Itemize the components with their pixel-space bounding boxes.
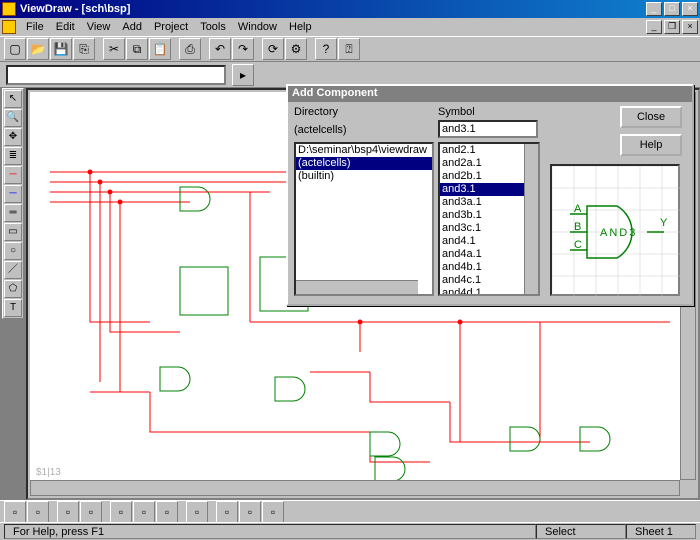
dir-item[interactable]: D:\seminar\bsp4\viewdraw <box>296 144 432 157</box>
context-help-button[interactable]: ⍰ <box>338 38 360 60</box>
status-sheet: Sheet 1 <box>626 524 696 539</box>
minimize-button[interactable]: _ <box>646 2 662 16</box>
menu-tools[interactable]: Tools <box>194 19 232 35</box>
undo-button[interactable]: ↶ <box>209 38 231 60</box>
pin-c: C <box>574 239 582 251</box>
b4-button[interactable]: ▫ <box>80 501 102 523</box>
directory-list[interactable]: D:\seminar\bsp4\viewdraw(actelcells)(bui… <box>294 142 434 296</box>
saveall-button[interactable]: ⎘ <box>73 38 95 60</box>
close-button[interactable]: Close <box>620 106 682 128</box>
settings-button[interactable]: ⚙ <box>285 38 307 60</box>
window-title: ViewDraw - [sch\bsp] <box>20 3 646 15</box>
b10-button[interactable]: ▫ <box>239 501 261 523</box>
b3-button[interactable]: ▫ <box>57 501 79 523</box>
layer-button[interactable]: ≣ <box>4 147 22 165</box>
menu-help[interactable]: Help <box>283 19 318 35</box>
help-button[interactable]: Help <box>620 134 682 156</box>
b8-button[interactable]: ▫ <box>186 501 208 523</box>
menu-view[interactable]: View <box>81 19 117 35</box>
symbol-input[interactable] <box>438 120 538 138</box>
horizontal-scrollbar[interactable] <box>30 480 680 496</box>
close-button[interactable]: × <box>682 2 698 16</box>
coordinate-readout: $1|13 <box>36 467 61 478</box>
cut-button[interactable]: ✂ <box>103 38 125 60</box>
menu-project[interactable]: Project <box>148 19 194 35</box>
dir-list-hscroll[interactable] <box>296 280 418 294</box>
symbol-preview: A B C Y AND3 <box>550 164 680 296</box>
status-mode: Select <box>536 524 626 539</box>
maximize-button[interactable]: □ <box>664 2 680 16</box>
title-bar: ViewDraw - [sch\bsp] _ □ × <box>0 0 700 18</box>
pan-button[interactable]: ✥ <box>4 128 22 146</box>
help-button[interactable]: ? <box>315 38 337 60</box>
directory-value: (actelcells) <box>294 124 347 136</box>
text-button[interactable]: T <box>4 299 22 317</box>
pin-a: A <box>574 203 582 215</box>
preview-name: AND3 <box>600 227 637 239</box>
mdi-close-button[interactable]: × <box>682 20 698 34</box>
app-icon <box>2 2 16 16</box>
redo-button[interactable]: ↷ <box>232 38 254 60</box>
menu-add[interactable]: Add <box>116 19 148 35</box>
refresh-button[interactable]: ⟳ <box>262 38 284 60</box>
pin-b: B <box>574 221 581 233</box>
pin-y: Y <box>660 217 668 229</box>
dialog-title: Add Component <box>288 86 692 102</box>
status-help: For Help, press F1 <box>4 524 536 539</box>
b2-button[interactable]: ▫ <box>27 501 49 523</box>
b1-button[interactable]: ▫ <box>4 501 26 523</box>
combo-go-button[interactable]: ▸ <box>232 64 254 86</box>
status-bar: For Help, press F1 Select Sheet 1 <box>0 522 700 540</box>
add-component-dialog: Add Component Directory (actelcells) Sym… <box>286 84 694 306</box>
pointer-button[interactable]: ↖ <box>4 90 22 108</box>
mdi-restore-button[interactable]: ❐ <box>664 20 680 34</box>
mdi-minimize-button[interactable]: _ <box>646 20 662 34</box>
main-toolbar: ▢📂💾⎘ ✂⧉📋 ⎙ ↶↷ ⟳⚙?⍰ <box>0 36 700 62</box>
line-button[interactable]: ／ <box>4 261 22 279</box>
poly-button[interactable]: ⬠ <box>4 280 22 298</box>
bus-button[interactable]: ═ <box>4 204 22 222</box>
component-combo[interactable] <box>6 65 226 85</box>
zoom-button[interactable]: 🔍 <box>4 109 22 127</box>
wire-blue-button[interactable]: ─ <box>4 185 22 203</box>
menu-file[interactable]: File <box>20 19 50 35</box>
symbol-label: Symbol <box>438 106 475 118</box>
menu-bar: File Edit View Add Project Tools Window … <box>0 18 700 36</box>
symbol-list[interactable]: and2.1and2a.1and2b.1and3.1and3a.1and3b.1… <box>438 142 540 296</box>
rect-button[interactable]: ▭ <box>4 223 22 241</box>
left-toolbar: ↖🔍✥≣──═▭○／⬠T <box>2 88 24 319</box>
open-button[interactable]: 📂 <box>27 38 49 60</box>
circle-button[interactable]: ○ <box>4 242 22 260</box>
b9-button[interactable]: ▫ <box>216 501 238 523</box>
print-button[interactable]: ⎙ <box>179 38 201 60</box>
sym-list-vscroll[interactable] <box>524 144 538 294</box>
menu-window[interactable]: Window <box>232 19 283 35</box>
menu-edit[interactable]: Edit <box>50 19 81 35</box>
save-button[interactable]: 💾 <box>50 38 72 60</box>
mdi-icon[interactable] <box>2 20 16 34</box>
dir-item[interactable]: (builtin) <box>296 170 432 183</box>
b11-button[interactable]: ▫ <box>262 501 284 523</box>
b6-button[interactable]: ▫ <box>133 501 155 523</box>
new-button[interactable]: ▢ <box>4 38 26 60</box>
b5-button[interactable]: ▫ <box>110 501 132 523</box>
wire-red-button[interactable]: ─ <box>4 166 22 184</box>
copy-button[interactable]: ⧉ <box>126 38 148 60</box>
bottom-toolbar: ▫▫▫▫▫▫▫▫▫▫▫ <box>0 500 700 522</box>
dir-item[interactable]: (actelcells) <box>296 157 432 170</box>
paste-button[interactable]: 📋 <box>149 38 171 60</box>
directory-label: Directory <box>294 106 338 118</box>
b7-button[interactable]: ▫ <box>156 501 178 523</box>
